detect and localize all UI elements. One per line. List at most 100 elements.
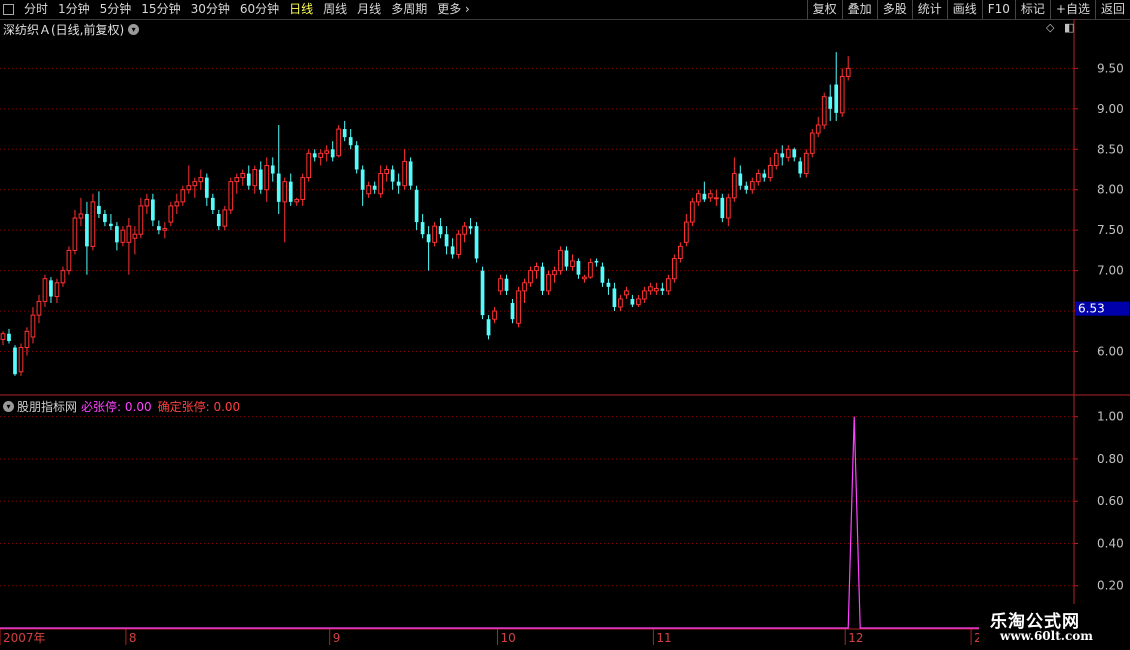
candle-body-up — [144, 198, 150, 207]
candle-body-up — [0, 333, 6, 340]
candle-body-down — [798, 161, 803, 174]
candle-body-down — [468, 226, 473, 229]
indicator-axis-label: 0.40 — [1097, 536, 1124, 550]
candle-body-down — [49, 280, 53, 297]
chart-canvas[interactable]: 9.509.008.508.007.507.006.506.006.531.00… — [0, 0, 1130, 650]
candle-body-down — [390, 169, 395, 182]
candle-body-up — [492, 310, 497, 320]
candle-body-up — [582, 276, 587, 280]
candle-body-down — [372, 185, 377, 190]
candle-body-up — [228, 181, 234, 211]
candle-body-up — [522, 282, 527, 292]
candle-body-down — [7, 333, 11, 342]
candle-body-up — [366, 185, 372, 195]
candle-body-up — [678, 245, 683, 259]
candle-body-down — [828, 96, 833, 109]
candle-body-down — [600, 266, 605, 283]
candle-body-up — [821, 96, 827, 126]
candle-body-up — [120, 229, 126, 243]
candle-body-down — [414, 189, 419, 223]
indicator-axis-label: 1.00 — [1097, 410, 1124, 424]
candle-body-up — [534, 266, 539, 272]
watermark-url: www.60lt.com — [1000, 629, 1093, 643]
time-axis-label: 9 — [333, 631, 341, 645]
chevron-down-icon[interactable]: ▾ — [3, 401, 14, 412]
candle-body-up — [264, 164, 270, 191]
time-axis-label: 8 — [129, 631, 137, 645]
candle-body-up — [378, 173, 384, 195]
candle-body-up — [306, 152, 312, 179]
candle-body-up — [300, 177, 306, 200]
candle-body-up — [90, 201, 96, 247]
candle-body-down — [612, 288, 617, 308]
candle-body-up — [138, 205, 144, 235]
candle-body-down — [348, 137, 353, 146]
candle-body-up — [845, 67, 851, 77]
candle-body-up — [60, 270, 66, 284]
candle-body-down — [564, 250, 569, 267]
diamond-icon[interactable]: ◇ — [1046, 21, 1054, 34]
candle-body-up — [558, 249, 563, 272]
candle-body-up — [30, 314, 36, 338]
candle-body-up — [132, 233, 138, 239]
candle-body-up — [282, 181, 288, 203]
candle-body-up — [294, 198, 300, 203]
candle-body-up — [198, 177, 204, 183]
candle-body-up — [707, 193, 713, 199]
candle-body-up — [528, 270, 533, 284]
candle-body-down — [474, 226, 479, 259]
candle-body-up — [839, 75, 845, 114]
stock-title-text: 深纺织Ａ(日线,前复权) — [3, 23, 125, 37]
candle-body-down — [426, 234, 431, 243]
candle-body-up — [713, 197, 719, 200]
price-axis-label: 9.50 — [1097, 61, 1124, 75]
candle-body-up — [642, 290, 647, 300]
candle-body-up — [432, 225, 437, 243]
candle-body-down — [792, 149, 797, 158]
candle-body-down — [330, 149, 335, 158]
candle-body-up — [456, 233, 461, 255]
candle-body-up — [654, 287, 659, 292]
price-axis-label: 7.50 — [1097, 223, 1124, 237]
candle-body-up — [186, 185, 192, 191]
candle-body-down — [103, 214, 107, 223]
candle-body-down — [630, 298, 635, 305]
candle-body-down — [594, 260, 599, 263]
candle-body-down — [576, 260, 581, 275]
candle-body-up — [624, 290, 629, 296]
price-axis-label: 9.00 — [1097, 102, 1124, 116]
candle-body-up — [318, 152, 324, 158]
window-icon[interactable]: ◧ — [1064, 21, 1074, 34]
candle-body-up — [636, 298, 641, 306]
candle-body-up — [552, 270, 557, 276]
candle-body-down — [150, 199, 155, 221]
candle-body-up — [54, 282, 60, 298]
candle-body-up — [731, 173, 737, 199]
candle-body-down — [510, 303, 515, 320]
candle-body-up — [666, 278, 671, 292]
candle-body-up — [725, 197, 731, 219]
candle-body-down — [744, 185, 749, 190]
candle-body-up — [809, 132, 815, 154]
candle-body-down — [216, 214, 221, 227]
candle-body-down — [354, 145, 359, 170]
candle-body-down — [396, 181, 401, 186]
price-axis-label: 8.00 — [1097, 183, 1124, 197]
candle-body-down — [780, 153, 785, 158]
candle-body-down — [408, 161, 413, 186]
candle-body-up — [162, 228, 168, 231]
candle-body-down — [276, 173, 281, 202]
chart-corner-tools: ◇ ◧ — [1040, 21, 1074, 34]
candle-body-up — [588, 262, 593, 278]
candle-body-down — [702, 193, 707, 200]
candle-body-down — [288, 181, 293, 202]
candle-body-up — [222, 209, 228, 227]
candle-body-up — [498, 278, 503, 292]
candle-body-up — [384, 169, 389, 175]
chevron-down-icon[interactable]: ▾ — [128, 24, 140, 35]
indicator-axis-label: 0.20 — [1097, 579, 1124, 593]
candle-body-up — [570, 260, 575, 268]
candle-body-up — [462, 225, 467, 235]
candle-body-up — [36, 300, 42, 316]
candle-body-down — [210, 197, 215, 210]
